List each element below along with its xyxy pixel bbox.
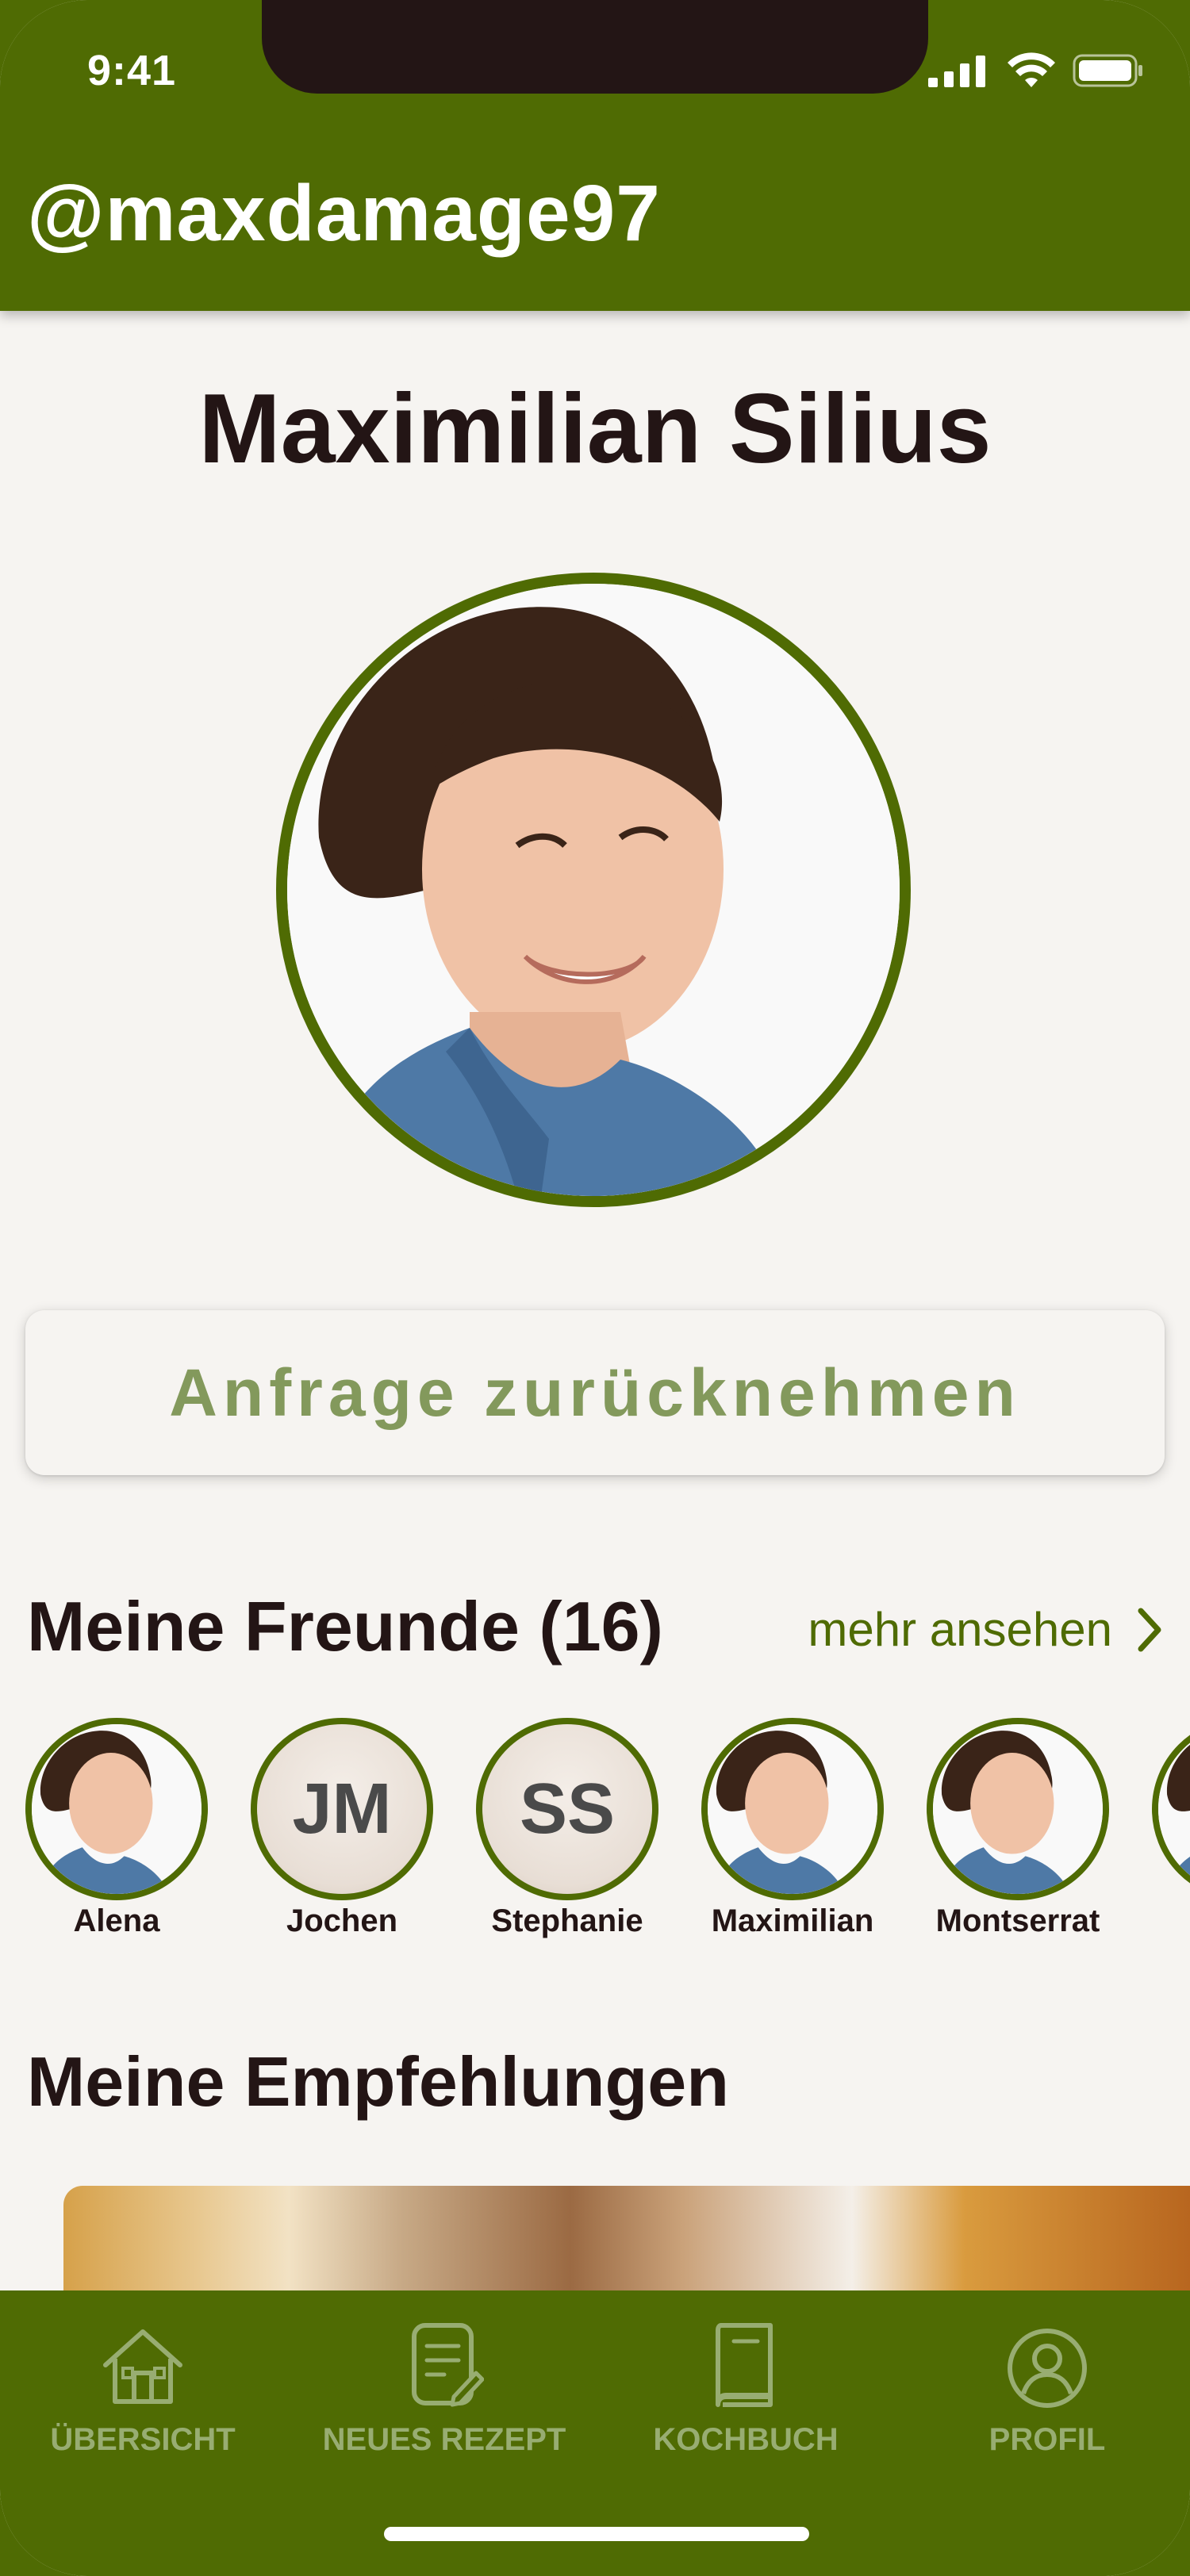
tab-profil[interactable]: PROFIL <box>912 2314 1182 2458</box>
friend-name: Maximilian <box>711 1903 874 1938</box>
profile-name: Maximilian Silius <box>198 374 992 484</box>
tab-neues-rezept[interactable]: NEUES REZEPT <box>309 2314 579 2458</box>
friend-avatar <box>701 1718 884 1900</box>
tab-label: PROFIL <box>988 2422 1106 2457</box>
friend-avatar-initials: SS <box>476 1718 658 1900</box>
see-more-label: mehr ansehen <box>808 1603 1112 1656</box>
friend-name: Jochen <box>286 1903 398 1938</box>
house-icon <box>103 2329 182 2404</box>
friend-name: Montserrat <box>935 1903 1100 1938</box>
friend-avatar <box>1152 1718 1190 1900</box>
friends-list: Alena JM Jochen SS Stephanie Maximilian <box>25 1718 1190 1940</box>
profile-avatar <box>276 573 911 1207</box>
friend-item-stephanie[interactable]: SS Stephanie <box>476 1718 658 1939</box>
username-handle: @maxdamage97 <box>27 169 661 258</box>
note-edit-icon <box>412 2323 484 2407</box>
phone-screen: 9:41 @maxdamage97 Maximilian Silius Anfr… <box>0 0 1190 2576</box>
status-icons <box>928 51 1142 90</box>
profile-photo <box>287 584 900 1196</box>
see-more-friends-link[interactable]: mehr ansehen <box>808 1602 1163 1657</box>
tab-uebersicht[interactable]: ÜBERSICHT <box>8 2314 278 2458</box>
chevron-right-icon <box>1138 1608 1161 1651</box>
tab-label: NEUES REZEPT <box>322 2422 566 2457</box>
friend-avatar-initials: JM <box>251 1718 433 1900</box>
tab-kochbuch[interactable]: KOCHBUCH <box>611 2314 881 2458</box>
status-time: 9:41 <box>87 47 177 94</box>
tab-label: ÜBERSICHT <box>50 2422 236 2457</box>
friend-avatar <box>927 1718 1109 1900</box>
friend-item-alena[interactable]: Alena <box>25 1718 208 1939</box>
friend-item-jochen[interactable]: JM Jochen <box>251 1718 433 1939</box>
signal-icon <box>928 56 985 87</box>
device-notch <box>262 0 928 94</box>
friend-item-montserrat[interactable]: Montserrat <box>927 1718 1109 1939</box>
friend-item-maximilian[interactable]: Maximilian <box>701 1718 884 1939</box>
friend-name: Stephanie <box>491 1903 643 1938</box>
friends-section-title: Meine Freunde (16) <box>27 1587 663 1666</box>
friend-item-partial[interactable] <box>1152 1718 1190 1900</box>
withdraw-request-button[interactable]: Anfrage zurücknehmen <box>25 1310 1165 1475</box>
book-icon <box>716 2323 773 2407</box>
battery-icon <box>1073 54 1142 87</box>
friend-name: Alena <box>73 1903 160 1938</box>
user-circle-icon <box>1008 2329 1087 2408</box>
recommendations-section-title: Meine Empfehlungen <box>27 2042 729 2121</box>
friend-avatar <box>25 1718 208 1900</box>
app-header: 9:41 @maxdamage97 <box>0 0 1190 311</box>
wifi-icon <box>1008 52 1055 87</box>
tab-label: KOCHBUCH <box>653 2422 839 2457</box>
home-indicator[interactable] <box>384 2527 809 2541</box>
